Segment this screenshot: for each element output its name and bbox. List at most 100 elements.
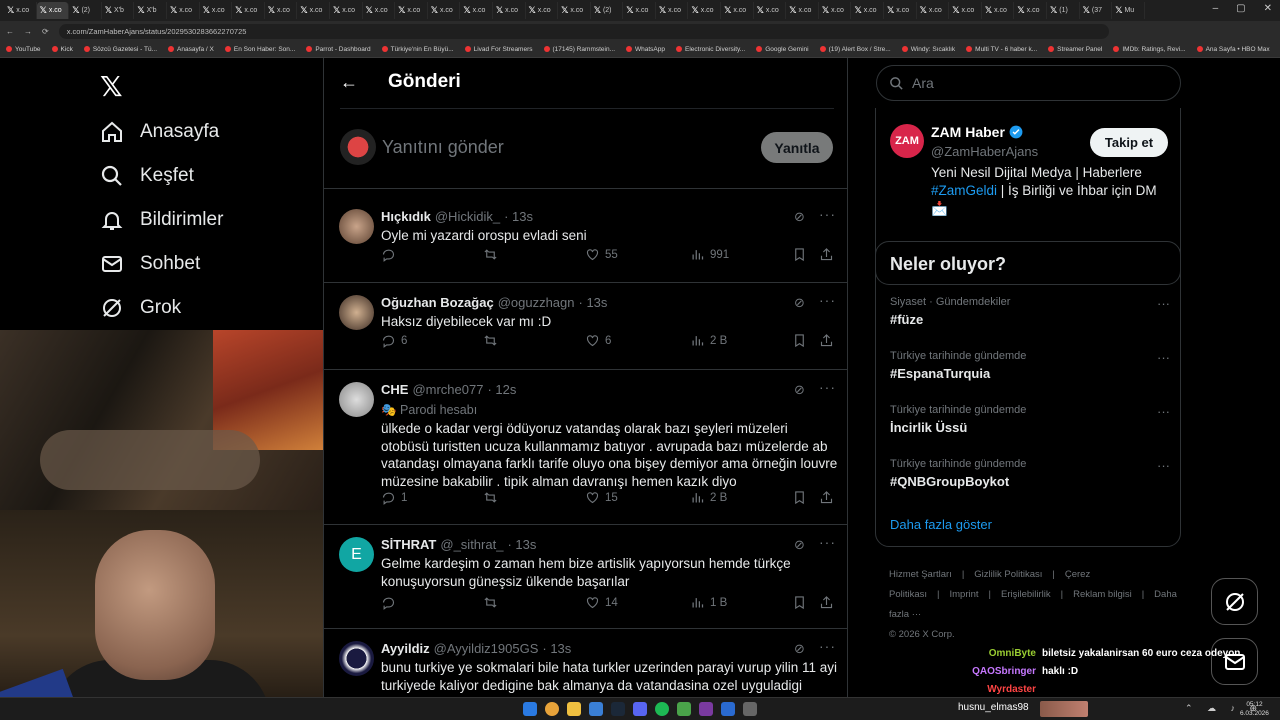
more-options-icon[interactable]: ··· (819, 534, 836, 550)
repost-action[interactable] (483, 333, 498, 348)
bookmark-action[interactable] (792, 247, 807, 262)
browser-tab[interactable]: 𝕏x.co (754, 2, 787, 19)
spotify-icon[interactable] (655, 702, 669, 716)
like-action[interactable]: 14 (585, 595, 618, 610)
follow-button[interactable]: Takip et (1090, 128, 1168, 157)
avatar[interactable] (339, 382, 374, 417)
browser-tab[interactable]: 𝕏x.co (526, 2, 559, 19)
hashtag-link[interactable]: #ZamGeldi (931, 183, 997, 198)
app-icon[interactable] (743, 702, 757, 716)
nav-chat[interactable]: Sohbet (100, 252, 200, 276)
start-icon[interactable] (523, 702, 537, 716)
bookmark-item[interactable]: Anasayfa / X (168, 46, 214, 53)
browser-tab[interactable]: 𝕏x.co (656, 2, 689, 19)
share-action[interactable] (819, 490, 834, 505)
bookmark-item[interactable]: Windy: Sıcaklık (901, 46, 955, 53)
repost-action[interactable] (483, 490, 498, 505)
share-action[interactable] (819, 333, 834, 348)
post-author[interactable]: Oğuzhan Bozağaç @oguzzhagn · 13s (381, 295, 607, 310)
browser-tab[interactable]: 𝕏x.co (167, 2, 200, 19)
browser-tab[interactable]: 𝕏x.co (36, 2, 70, 19)
nav-grok[interactable]: Grok (100, 296, 181, 320)
bookmark-item[interactable]: IMDb: Ratings, Revi... (1113, 46, 1186, 53)
grok-icon[interactable]: ⊘ (794, 382, 805, 398)
trend-item[interactable]: Türkiye tarihinde gündemde #EspanaTurquia… (890, 350, 1170, 381)
forward-icon[interactable]: → (24, 27, 32, 36)
bookmark-item[interactable]: Streamer Panel (1048, 46, 1102, 53)
footer-link[interactable]: Hizmet Şartları (889, 569, 952, 580)
views-action[interactable]: 2 B (690, 333, 727, 348)
avatar[interactable]: E (339, 537, 374, 572)
discord-icon[interactable] (633, 702, 647, 716)
browser-tab[interactable]: 𝕏x.co (949, 2, 982, 19)
browser-tab[interactable]: 𝕏x.co (982, 2, 1015, 19)
avatar[interactable]: ZAM (890, 124, 924, 158)
browser-tab[interactable]: 𝕏x.co (786, 2, 819, 19)
nav-home[interactable]: Anasayfa (100, 120, 219, 144)
bookmark-action[interactable] (792, 333, 807, 348)
bookmark-item[interactable]: Ana Sayfa • HBO Max (1196, 46, 1270, 53)
like-action[interactable]: 15 (585, 490, 618, 505)
browser-tab[interactable]: 𝕏x.co (851, 2, 885, 19)
bookmark-item[interactable]: YouTube (6, 46, 41, 53)
bookmark-item[interactable]: Kick (51, 46, 73, 53)
footer-link[interactable]: Imprint (949, 589, 978, 600)
browser-tab[interactable]: 𝕏x.co (363, 2, 396, 19)
browser-tab[interactable]: 𝕏x.co (819, 2, 852, 19)
footer-link[interactable]: Reklam bilgisi (1073, 589, 1132, 600)
grok-icon[interactable]: ⊘ (794, 537, 805, 553)
chrome-icon[interactable] (545, 702, 559, 716)
bookmark-item[interactable]: (19) Alert Box / Stre... (819, 46, 891, 53)
more-options-icon[interactable]: ··· (1157, 296, 1170, 311)
bookmark-item[interactable]: En Son Haber: Son... (224, 46, 295, 53)
profile-name[interactable]: ZAM Haber (931, 124, 1023, 140)
bookmark-action[interactable] (792, 490, 807, 505)
trend-item[interactable]: Türkiye tarihinde gündemde İncirlik Üssü ·… (890, 404, 1170, 435)
reply-action[interactable] (381, 595, 401, 610)
browser-tab[interactable]: 𝕏 X'b (102, 2, 135, 19)
browser-tab[interactable]: 𝕏x.co (428, 2, 461, 19)
browser-tab[interactable]: 𝕏 (2) (69, 2, 102, 19)
bookmark-item[interactable]: Electronic Diversity... (676, 46, 745, 53)
browser-tab[interactable]: 𝕏x.co (232, 2, 265, 19)
like-action[interactable]: 6 (585, 333, 611, 348)
browser-tab[interactable]: 𝕏x.co (460, 2, 493, 19)
grok-icon[interactable]: ⊘ (794, 295, 805, 311)
reply-action[interactable] (381, 247, 401, 262)
browser-tab[interactable]: 𝕏x.co (395, 2, 428, 19)
show-more-link[interactable]: Daha fazla göster (890, 517, 992, 532)
browser-tab[interactable]: 𝕏 Mu (1112, 2, 1145, 19)
reload-icon[interactable]: ⟳ (42, 27, 49, 36)
search-input[interactable]: Ara (876, 65, 1181, 101)
app-icon[interactable] (677, 702, 691, 716)
close-icon[interactable]: ✕ (1264, 3, 1272, 14)
browser-tab[interactable]: 𝕏 (37 (1080, 2, 1113, 19)
trend-item[interactable]: Türkiye tarihinde gündemde #QNBGroupBoyko… (890, 458, 1170, 489)
browser-tab[interactable]: 𝕏x.co (558, 2, 591, 19)
more-options-icon[interactable]: ··· (819, 379, 836, 395)
x-logo-icon[interactable]: 𝕏 (100, 70, 123, 103)
bookmark-item[interactable]: Multi TV - 6 haber k... (966, 46, 1037, 53)
back-arrow-icon[interactable]: ← (340, 72, 358, 93)
browser-tab[interactable]: 𝕏x.co (884, 2, 917, 19)
share-action[interactable] (819, 595, 834, 610)
more-options-icon[interactable]: ··· (819, 206, 836, 222)
obs-icon[interactable] (699, 702, 713, 716)
more-options-icon[interactable]: ··· (1157, 350, 1170, 365)
browser-tab[interactable]: 𝕏x.co (4, 2, 37, 19)
reply-post[interactable]: Hıçkıdık @Hickidik_ · 13s ⊘ ··· Oyle mi yazar… (324, 197, 847, 283)
more-options-icon[interactable]: ··· (819, 292, 836, 308)
post-author[interactable]: CHE @mrche077 · 12s (381, 382, 516, 397)
grok-icon[interactable]: ⊘ (794, 641, 805, 657)
browser-tab[interactable]: 𝕏 X'b (134, 2, 167, 19)
reply-action[interactable]: 6 (381, 333, 407, 348)
avatar[interactable] (339, 209, 374, 244)
share-action[interactable] (819, 247, 834, 262)
reply-input[interactable]: Yanıtını gönder (382, 137, 504, 158)
bookmark-item[interactable]: Sözcü Gazetesi - Tü... (83, 46, 157, 53)
more-options-icon[interactable]: ··· (819, 638, 836, 654)
like-action[interactable]: 55 (585, 247, 618, 262)
nav-explore[interactable]: Keşfet (100, 164, 194, 188)
browser-tab[interactable]: 𝕏x.co (917, 2, 950, 19)
bookmark-item[interactable]: Livad For Streamers (464, 46, 533, 53)
